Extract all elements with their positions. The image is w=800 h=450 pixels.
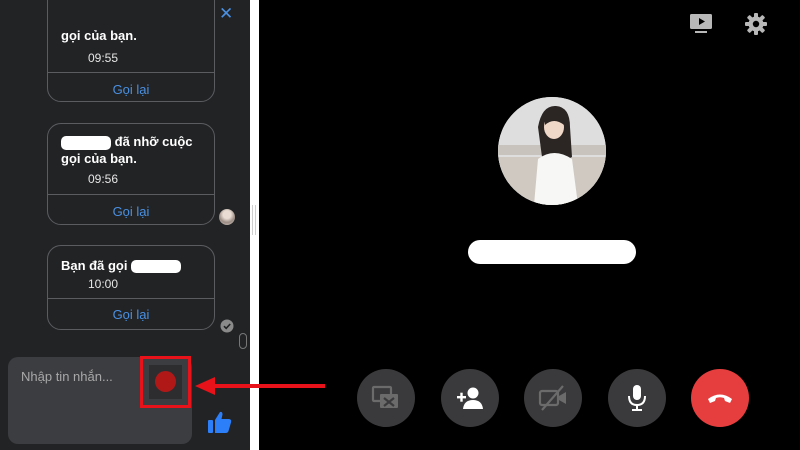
record-highlight: [140, 356, 191, 408]
screen-share-icon[interactable]: [690, 14, 712, 34]
call-message-card: đã nhỡ cuộc gọi của bạn. 09:56 Gọi lại: [47, 123, 215, 225]
close-chat-button[interactable]: ✕: [219, 5, 233, 23]
seen-check-icon: [220, 319, 234, 333]
stop-screen-share-button[interactable]: [357, 369, 415, 427]
divider: [48, 298, 214, 299]
gear-icon[interactable]: [745, 13, 767, 35]
message-text-part: gọi của bạn.: [61, 151, 137, 166]
message-text: đã nhỡ cuộc gọi của bạn.: [61, 133, 193, 167]
message-time: 10:00: [87, 277, 119, 291]
record-icon: [155, 371, 176, 392]
end-call-icon: [708, 394, 732, 403]
callee-photo: [498, 97, 606, 205]
callee-name-redacted: [468, 240, 636, 264]
avatar: [219, 209, 235, 225]
redacted-name: [131, 260, 182, 274]
resize-handle-icon[interactable]: [252, 205, 257, 235]
camera-toggle-button[interactable]: [524, 369, 582, 427]
redacted-name: [61, 135, 111, 150]
microphone-button[interactable]: [608, 369, 666, 427]
end-call-button[interactable]: [691, 369, 749, 427]
message-text-part: đã nhỡ cuộc: [114, 134, 193, 149]
annotation-arrow: [195, 377, 325, 395]
message-text: Bạn đã gọi: [61, 257, 182, 274]
callee-avatar: [498, 97, 606, 205]
add-person-button[interactable]: [441, 369, 499, 427]
add-person-icon: [457, 387, 483, 409]
call-back-button[interactable]: Gọi lại: [48, 82, 214, 97]
stop-screen-share-icon: [371, 385, 398, 408]
message-text: gọi của bạn.: [61, 28, 137, 43]
thumbs-up-icon[interactable]: [207, 409, 233, 435]
message-time: 09:56: [87, 172, 119, 186]
microphone-icon: [628, 385, 646, 411]
message-input-placeholder: Nhập tin nhắn...: [21, 369, 113, 384]
message-text-part: Bạn đã gọi: [61, 258, 128, 273]
divider: [48, 72, 214, 73]
call-back-button[interactable]: Gọi lại: [48, 204, 214, 219]
call-back-button[interactable]: Gọi lại: [48, 307, 214, 322]
scrollbar-thumb[interactable]: [239, 333, 247, 349]
record-button[interactable]: [149, 365, 182, 399]
divider: [48, 194, 214, 195]
message-time: 09:55: [87, 51, 119, 65]
camera-off-icon: [538, 385, 566, 411]
call-message-card: Bạn đã gọi 10:00 Gọi lại: [47, 245, 215, 330]
call-message-card: gọi của bạn. 09:55 Gọi lại: [47, 0, 215, 102]
